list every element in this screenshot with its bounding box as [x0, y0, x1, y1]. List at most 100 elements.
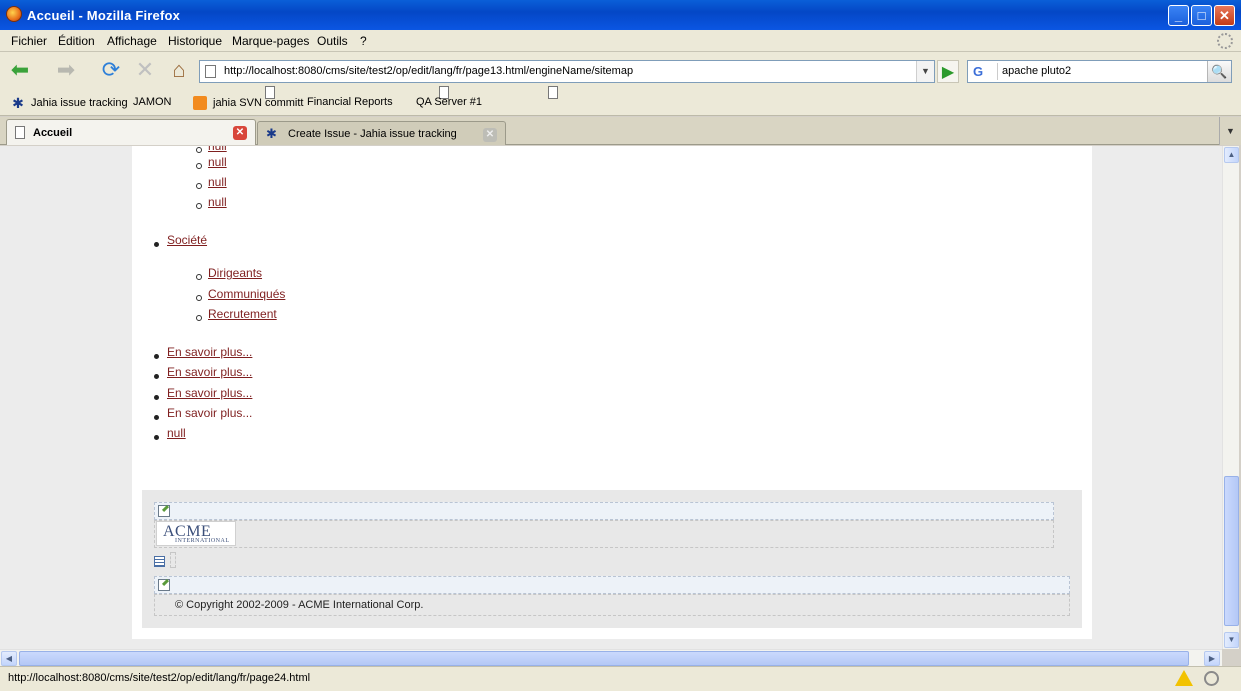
page-viewport: null null null null Société Dirigeants C… — [0, 146, 1222, 649]
tab-create-issue[interactable]: ✱ Create Issue - Jahia issue tracking ✕ — [257, 121, 506, 145]
footer-area: ACME INTERNATIONAL © Copyright 2002-2009… — [142, 490, 1082, 628]
bookmark-label: QA Server #1 — [416, 96, 483, 108]
menu-help[interactable]: ? — [360, 34, 367, 48]
list-bullet — [196, 295, 202, 301]
firefox-logo-icon — [6, 6, 22, 22]
tab-list-button[interactable]: ▼ — [1219, 117, 1241, 145]
window-titlebar: Accueil - Mozilla Firefox _ □ ✕ — [0, 0, 1241, 30]
sitemap-link-en-savoir-plus[interactable]: En savoir plus... — [167, 386, 252, 400]
list-bullet — [154, 374, 159, 379]
horizontal-scrollbar[interactable]: ◀ ▶ — [0, 649, 1222, 666]
bookmarks-toolbar: ✱ Jahia issue tracking JAMON jahia SVN co… — [0, 86, 1241, 116]
sitemap-link-null[interactable]: null — [208, 175, 227, 189]
status-bar: http://localhost:8080/cms/site/test2/op/… — [0, 666, 1241, 691]
vertical-scrollbar[interactable]: ▲ ▼ — [1222, 146, 1239, 649]
list-bullet — [154, 415, 159, 420]
menu-edition[interactable]: Édition — [58, 34, 95, 48]
bookmark-jamon[interactable]: JAMON — [133, 86, 275, 108]
list-bullet — [196, 163, 202, 169]
window-title: Accueil - Mozilla Firefox — [27, 8, 181, 23]
page-icon — [15, 126, 25, 139]
tab-label: Accueil — [33, 126, 73, 139]
acme-logo: ACME INTERNATIONAL — [156, 521, 236, 546]
warning-icon[interactable] — [1175, 670, 1193, 686]
menu-bar: Fichier Édition Affichage Historique Mar… — [0, 30, 1241, 52]
scroll-right-button[interactable]: ▶ — [1204, 651, 1220, 666]
bookmark-financial-reports[interactable]: Financial Reports — [307, 86, 449, 108]
activity-throbber-icon — [1217, 33, 1233, 49]
logo-container — [154, 520, 1054, 548]
menu-outils[interactable]: Outils — [317, 34, 348, 48]
copyright-text: © Copyright 2002-2009 - ACME Internation… — [175, 599, 424, 611]
sitemap-link-null[interactable]: null — [208, 155, 227, 169]
sitemap-link-null[interactable]: null — [167, 426, 186, 440]
bookmark-jahia-issue-tracking[interactable]: ✱ Jahia issue tracking — [11, 95, 128, 111]
home-button[interactable]: ⌂ — [165, 57, 193, 85]
list-bullet — [154, 435, 159, 440]
bookmark-label: JAMON — [133, 96, 172, 108]
forward-button[interactable]: ➡ — [52, 57, 80, 85]
minimize-button[interactable]: _ — [1168, 5, 1189, 26]
edit-strip — [154, 576, 1070, 594]
url-bar[interactable]: http://localhost:8080/cms/site/test2/op/… — [199, 60, 935, 83]
list-bullet — [154, 242, 159, 247]
back-button[interactable]: ⬅ — [6, 57, 34, 85]
horizontal-scroll-thumb[interactable] — [19, 651, 1189, 666]
list-bullet — [196, 183, 202, 189]
popup-blocked-icon[interactable] — [1204, 671, 1219, 686]
tab-label: Create Issue - Jahia issue tracking — [288, 127, 457, 140]
google-engine-icon[interactable]: G — [970, 63, 998, 80]
list-bullet — [196, 274, 202, 280]
scroll-down-button[interactable]: ▼ — [1224, 632, 1239, 648]
jahia-icon: ✱ — [12, 95, 24, 111]
list-bullet — [154, 395, 159, 400]
sitemap-link-societe[interactable]: Société — [167, 233, 207, 247]
bookmark-label: Financial Reports — [307, 96, 393, 108]
status-text: http://localhost:8080/cms/site/test2/op/… — [8, 672, 311, 684]
edit-icon[interactable] — [158, 505, 170, 517]
jahia-icon: ✱ — [266, 126, 277, 141]
edit-icon[interactable] — [158, 579, 170, 591]
list-icon[interactable] — [154, 556, 165, 567]
sitemap-link-communiques[interactable]: Communiqués — [208, 287, 285, 301]
go-button[interactable]: ▶ — [937, 60, 959, 83]
close-tab-icon[interactable]: ✕ — [483, 128, 497, 142]
tab-bar: Accueil ✕ ✱ Create Issue - Jahia issue t… — [0, 117, 1241, 145]
stop-button[interactable]: ✕ — [131, 57, 159, 85]
sitemap-text-en-savoir-plus: En savoir plus... — [167, 406, 253, 420]
menu-marque-pages[interactable]: Marque-pages — [232, 34, 309, 48]
sitemap-link-null[interactable]: null — [208, 146, 227, 153]
sitemap-link-null[interactable]: null — [208, 195, 227, 209]
page-body: null null null null Société Dirigeants C… — [132, 146, 1092, 639]
scroll-left-button[interactable]: ◀ — [1, 651, 17, 666]
url-history-dropdown[interactable]: ▼ — [916, 61, 934, 82]
bookmark-qa-server[interactable]: QA Server #1 — [416, 86, 558, 108]
logo-subtext: INTERNATIONAL — [175, 538, 230, 544]
close-tab-icon[interactable]: ✕ — [233, 126, 247, 140]
scroll-up-button[interactable]: ▲ — [1224, 147, 1239, 163]
tab-accueil[interactable]: Accueil ✕ — [6, 119, 256, 145]
page-icon — [205, 65, 216, 78]
rss-icon — [193, 96, 207, 110]
vertical-scroll-thumb[interactable] — [1224, 476, 1239, 626]
menu-historique[interactable]: Historique — [168, 34, 222, 48]
list-bullet — [196, 315, 202, 321]
search-go-button[interactable]: 🔍 — [1207, 61, 1231, 82]
search-bar[interactable]: G apache pluto2 🔍 — [967, 60, 1232, 83]
sitemap-link-recrutement[interactable]: Recrutement — [208, 307, 277, 321]
list-bullet — [154, 354, 159, 359]
sitemap-link-dirigeants[interactable]: Dirigeants — [208, 266, 262, 280]
sitemap-link-en-savoir-plus[interactable]: En savoir plus... — [167, 345, 252, 359]
menu-fichier[interactable]: Fichier — [11, 34, 47, 48]
bookmark-label: jahia SVN committ — [213, 97, 304, 109]
menu-affichage[interactable]: Affichage — [107, 34, 157, 48]
bookmark-label: Jahia issue tracking — [31, 97, 128, 109]
sitemap-link-en-savoir-plus[interactable]: En savoir plus... — [167, 365, 252, 379]
edit-strip — [154, 502, 1054, 520]
reload-button[interactable]: ⟳ — [97, 57, 125, 85]
close-window-button[interactable]: ✕ — [1214, 5, 1235, 26]
maximize-button[interactable]: □ — [1191, 5, 1212, 26]
bookmark-jahia-svn[interactable]: jahia SVN committ — [193, 96, 303, 110]
search-input[interactable]: apache pluto2 — [1002, 65, 1071, 77]
url-text[interactable]: http://localhost:8080/cms/site/test2/op/… — [224, 65, 633, 77]
